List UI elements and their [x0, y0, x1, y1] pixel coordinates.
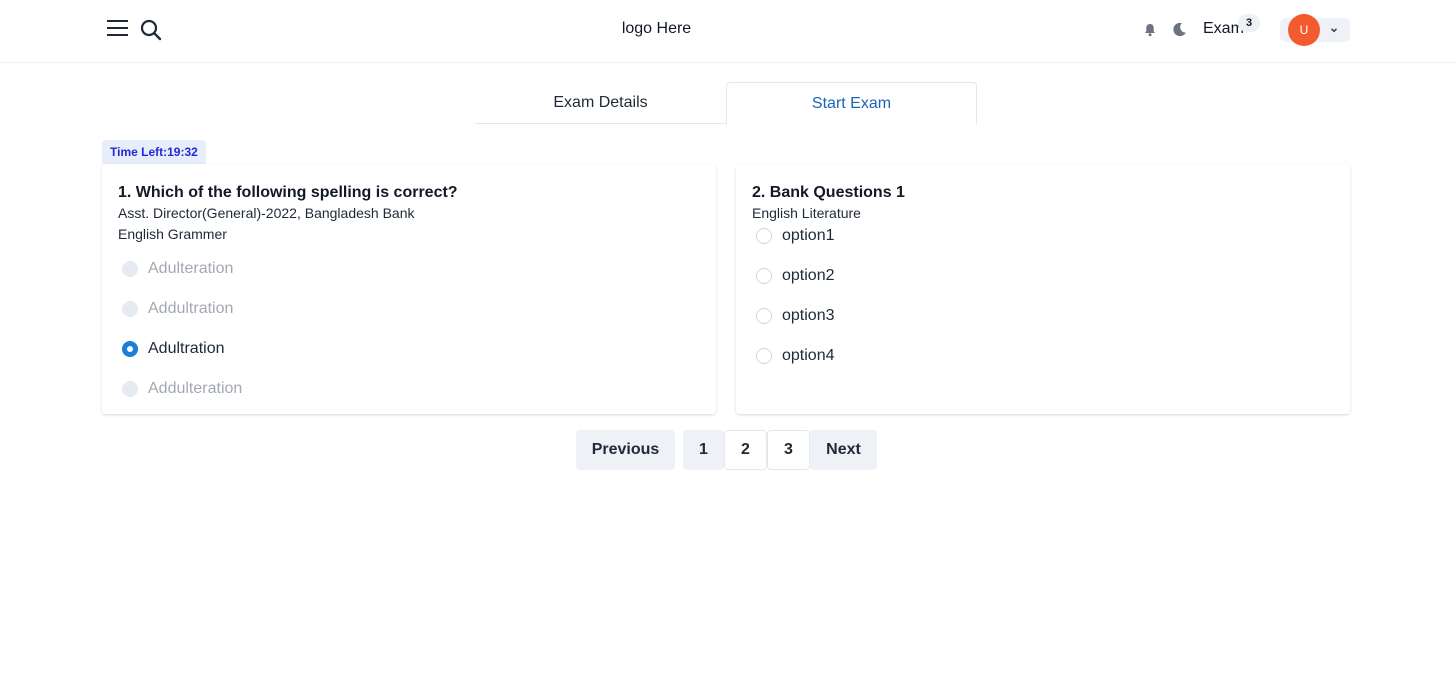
answer-option[interactable]: Addulteration [118, 369, 700, 409]
radio-button[interactable] [756, 268, 772, 284]
moon-icon[interactable] [1171, 21, 1188, 38]
option-label: option3 [782, 307, 835, 324]
answer-option[interactable]: Adultration [118, 329, 700, 369]
radio-button[interactable] [756, 308, 772, 324]
question-card: 1. Which of the following spelling is co… [102, 164, 716, 414]
tab-exam-details[interactable]: Exam Details [475, 82, 726, 124]
answer-options: Adulteration Addultration Adultration Ad… [118, 249, 700, 409]
exam-count-badge: 3 [1238, 14, 1260, 32]
radio-button-selected[interactable] [122, 341, 138, 357]
option-label: Addulteration [148, 380, 243, 397]
radio-button[interactable] [756, 348, 772, 364]
question-card: 2. Bank Questions 1 English Literature o… [736, 164, 1350, 414]
chevron-down-icon [1330, 28, 1338, 33]
answer-option[interactable]: Adulteration [118, 249, 700, 289]
previous-page-button[interactable]: Previous [576, 430, 675, 470]
question-title: 2. Bank Questions 1 [752, 184, 905, 201]
page-button-3[interactable]: 3 [767, 430, 810, 470]
question-title: 1. Which of the following spelling is co… [118, 184, 458, 201]
option-label: option1 [782, 227, 835, 244]
radio-button[interactable] [122, 261, 138, 277]
option-label: Adulteration [148, 260, 234, 277]
tab-start-exam[interactable]: Start Exam [726, 82, 977, 125]
option-label: Addultration [148, 300, 234, 317]
bell-icon[interactable] [1142, 22, 1158, 38]
time-left-badge: Time Left:19:32 [102, 140, 206, 164]
answer-option[interactable]: option2 [752, 256, 1334, 296]
answer-option[interactable]: Addultration [118, 289, 700, 329]
user-menu-button[interactable]: U [1280, 14, 1350, 46]
avatar: U [1288, 14, 1320, 46]
answer-option[interactable]: option3 [752, 296, 1334, 336]
question-source: Asst. Director(General)-2022, Bangladesh… [118, 205, 415, 221]
option-label: option2 [782, 267, 835, 284]
page-button-1[interactable]: 1 [683, 430, 724, 470]
answer-options: option1 option2 option3 option4 [752, 216, 1334, 376]
question-subject: English Grammer [118, 226, 227, 242]
option-label: option4 [782, 347, 835, 364]
page-button-2[interactable]: 2 [724, 430, 767, 470]
radio-button[interactable] [122, 301, 138, 317]
next-page-button[interactable]: Next [810, 430, 877, 470]
logo-text[interactable]: logo Here [0, 20, 1313, 38]
radio-button[interactable] [756, 228, 772, 244]
answer-option[interactable]: option4 [752, 336, 1334, 376]
exam-tabs: Exam Details Start Exam [475, 82, 977, 125]
radio-button[interactable] [122, 381, 138, 397]
option-label: Adultration [148, 340, 225, 357]
top-navbar: logo Here Exam 3 U [0, 0, 1455, 63]
